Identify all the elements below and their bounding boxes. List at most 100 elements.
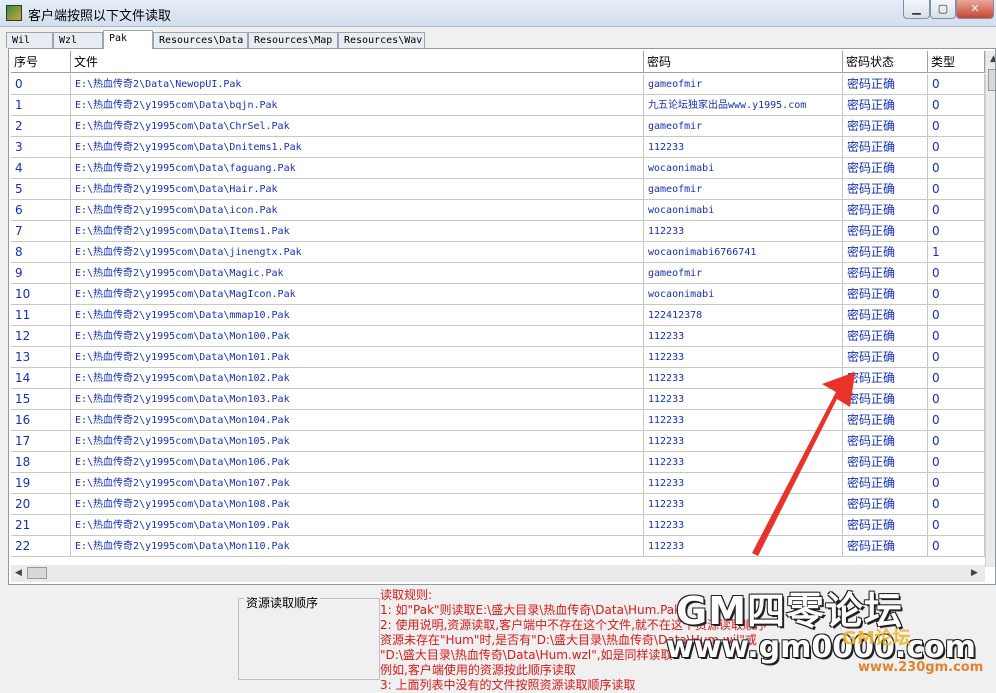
cell-password-status[interactable]: 密码正确	[843, 473, 928, 494]
table-row[interactable]: 5 E:\热血传奇2\y1995com\Data\Hair.Pak gameofmi…	[9, 179, 989, 200]
table-row[interactable]: 15 E:\热血传奇2\y1995com\Data\Mon103.Pak 11223…	[9, 389, 989, 410]
cell-index[interactable]: 2	[11, 116, 71, 137]
col-header-password-status[interactable]: 密码状态	[843, 51, 928, 73]
cell-type[interactable]: 0	[928, 347, 985, 368]
cell-type[interactable]: 0	[928, 158, 985, 179]
cell-password-status[interactable]: 密码正确	[843, 116, 928, 137]
cell-index[interactable]: 5	[11, 179, 71, 200]
cell-file[interactable]: E:\热血传奇2\y1995com\Data\Items1.Pak	[71, 221, 644, 242]
vertical-scrollbar[interactable]: ▲	[985, 51, 995, 567]
cell-password[interactable]: wocaonimabi6766741	[644, 242, 843, 263]
cell-password[interactable]: 112233	[644, 347, 843, 368]
cell-password-status[interactable]: 密码正确	[843, 179, 928, 200]
table-row[interactable]: 0 E:\热血传奇2\Data\NewopUI.Pak gameofmir 密码正确 0	[9, 74, 989, 95]
cell-file[interactable]: E:\热血传奇2\y1995com\Data\icon.Pak	[71, 200, 644, 221]
cell-index[interactable]: 8	[11, 242, 71, 263]
cell-index[interactable]: 17	[11, 431, 71, 452]
cell-file[interactable]: E:\热血传奇2\y1995com\Data\faguang.Pak	[71, 158, 644, 179]
cell-password[interactable]: 112233	[644, 494, 843, 515]
table-row[interactable]: 16 E:\热血传奇2\y1995com\Data\Mon104.Pak 11223…	[9, 410, 989, 431]
table-row[interactable]: 4 E:\热血传奇2\y1995com\Data\faguang.Pak wocao…	[9, 158, 989, 179]
col-header-type[interactable]: 类型	[928, 51, 985, 73]
col-header-password[interactable]: 密码	[644, 51, 843, 73]
table-row[interactable]: 3 E:\热血传奇2\y1995com\Data\Dnitems1.Pak 1122…	[9, 137, 989, 158]
cell-password[interactable]: gameofmir	[644, 116, 843, 137]
cell-password[interactable]: 112233	[644, 368, 843, 389]
cell-type[interactable]: 0	[928, 284, 985, 305]
cell-index[interactable]: 12	[11, 326, 71, 347]
cell-type[interactable]: 0	[928, 263, 985, 284]
table-row[interactable]: 19 E:\热血传奇2\y1995com\Data\Mon107.Pak 11223…	[9, 473, 989, 494]
cell-password-status[interactable]: 密码正确	[843, 326, 928, 347]
cell-index[interactable]: 20	[11, 494, 71, 515]
cell-password-status[interactable]: 密码正确	[843, 95, 928, 116]
cell-password-status[interactable]: 密码正确	[843, 137, 928, 158]
cell-password-status[interactable]: 密码正确	[843, 515, 928, 536]
cell-file[interactable]: E:\热血传奇2\y1995com\Data\Mon105.Pak	[71, 431, 644, 452]
cell-file[interactable]: E:\热血传奇2\y1995com\Data\Magic.Pak	[71, 263, 644, 284]
cell-type[interactable]: 0	[928, 326, 985, 347]
tab-resources-map[interactable]: Resources\Map	[248, 32, 338, 48]
cell-password[interactable]: 112233	[644, 452, 843, 473]
cell-password-status[interactable]: 密码正确	[843, 494, 928, 515]
table-row[interactable]: 18 E:\热血传奇2\y1995com\Data\Mon106.Pak 11223…	[9, 452, 989, 473]
scroll-right-icon[interactable]: ▶	[971, 568, 978, 578]
cell-password[interactable]: 112233	[644, 326, 843, 347]
table-row[interactable]: 21 E:\热血传奇2\y1995com\Data\Mon109.Pak 11223…	[9, 515, 989, 536]
cell-password-status[interactable]: 密码正确	[843, 347, 928, 368]
table-row[interactable]: 7 E:\热血传奇2\y1995com\Data\Items1.Pak 112233…	[9, 221, 989, 242]
horizontal-scroll-thumb[interactable]	[27, 567, 47, 579]
cell-type[interactable]: 0	[928, 305, 985, 326]
cell-type[interactable]: 1	[928, 242, 985, 263]
cell-index[interactable]: 11	[11, 305, 71, 326]
cell-index[interactable]: 18	[11, 452, 71, 473]
cell-password-status[interactable]: 密码正确	[843, 389, 928, 410]
cell-type[interactable]: 0	[928, 221, 985, 242]
table-row[interactable]: 10 E:\热血传奇2\y1995com\Data\MagIcon.Pak woca…	[9, 284, 989, 305]
scroll-up-icon[interactable]: ▲	[990, 54, 995, 64]
cell-type[interactable]: 0	[928, 410, 985, 431]
tab-resources-data[interactable]: Resources\Data	[153, 32, 248, 48]
table-row[interactable]: 1 E:\热血传奇2\y1995com\Data\bqjn.Pak 九五论坛独家出品…	[9, 95, 989, 116]
cell-file[interactable]: E:\热血传奇2\y1995com\Data\ChrSel.Pak	[71, 116, 644, 137]
cell-file[interactable]: E:\热血传奇2\y1995com\Data\Mon110.Pak	[71, 536, 644, 557]
cell-file[interactable]: E:\热血传奇2\y1995com\Data\MagIcon.Pak	[71, 284, 644, 305]
vertical-scroll-thumb[interactable]	[988, 69, 995, 91]
cell-index[interactable]: 0	[11, 74, 71, 95]
cell-index[interactable]: 1	[11, 95, 71, 116]
tab-pak[interactable]: Pak	[103, 30, 153, 49]
table-row[interactable]: 9 E:\热血传奇2\y1995com\Data\Magic.Pak gameofm…	[9, 263, 989, 284]
cell-index[interactable]: 19	[11, 473, 71, 494]
cell-password-status[interactable]: 密码正确	[843, 452, 928, 473]
cell-password[interactable]: 112233	[644, 473, 843, 494]
cell-index[interactable]: 4	[11, 158, 71, 179]
cell-file[interactable]: E:\热血传奇2\y1995com\Data\Mon104.Pak	[71, 410, 644, 431]
cell-index[interactable]: 16	[11, 410, 71, 431]
scroll-left-icon[interactable]: ◀	[15, 568, 22, 578]
cell-index[interactable]: 9	[11, 263, 71, 284]
cell-type[interactable]: 0	[928, 473, 985, 494]
cell-file[interactable]: E:\热血传奇2\y1995com\Data\Mon107.Pak	[71, 473, 644, 494]
table-row[interactable]: 11 E:\热血传奇2\y1995com\Data\mmap10.Pak 12241…	[9, 305, 989, 326]
cell-index[interactable]: 7	[11, 221, 71, 242]
cell-password-status[interactable]: 密码正确	[843, 200, 928, 221]
cell-type[interactable]: 0	[928, 137, 985, 158]
cell-type[interactable]: 0	[928, 515, 985, 536]
tab-wzl[interactable]: Wzl	[53, 32, 103, 48]
cell-type[interactable]: 0	[928, 368, 985, 389]
cell-password[interactable]: 112233	[644, 389, 843, 410]
cell-file[interactable]: E:\热血传奇2\y1995com\Data\Hair.Pak	[71, 179, 644, 200]
cell-password-status[interactable]: 密码正确	[843, 410, 928, 431]
cell-file[interactable]: E:\热血传奇2\y1995com\Data\Mon103.Pak	[71, 389, 644, 410]
cell-index[interactable]: 13	[11, 347, 71, 368]
cell-password-status[interactable]: 密码正确	[843, 536, 928, 557]
cell-password-status[interactable]: 密码正确	[843, 284, 928, 305]
cell-type[interactable]: 0	[928, 431, 985, 452]
col-header-index[interactable]: 序号	[11, 51, 71, 73]
cell-file[interactable]: E:\热血传奇2\y1995com\Data\Mon106.Pak	[71, 452, 644, 473]
cell-type[interactable]: 0	[928, 200, 985, 221]
cell-index[interactable]: 6	[11, 200, 71, 221]
table-row[interactable]: 22 E:\热血传奇2\y1995com\Data\Mon110.Pak 11223…	[9, 536, 989, 557]
table-row[interactable]: 17 E:\热血传奇2\y1995com\Data\Mon105.Pak 11223…	[9, 431, 989, 452]
cell-index[interactable]: 21	[11, 515, 71, 536]
